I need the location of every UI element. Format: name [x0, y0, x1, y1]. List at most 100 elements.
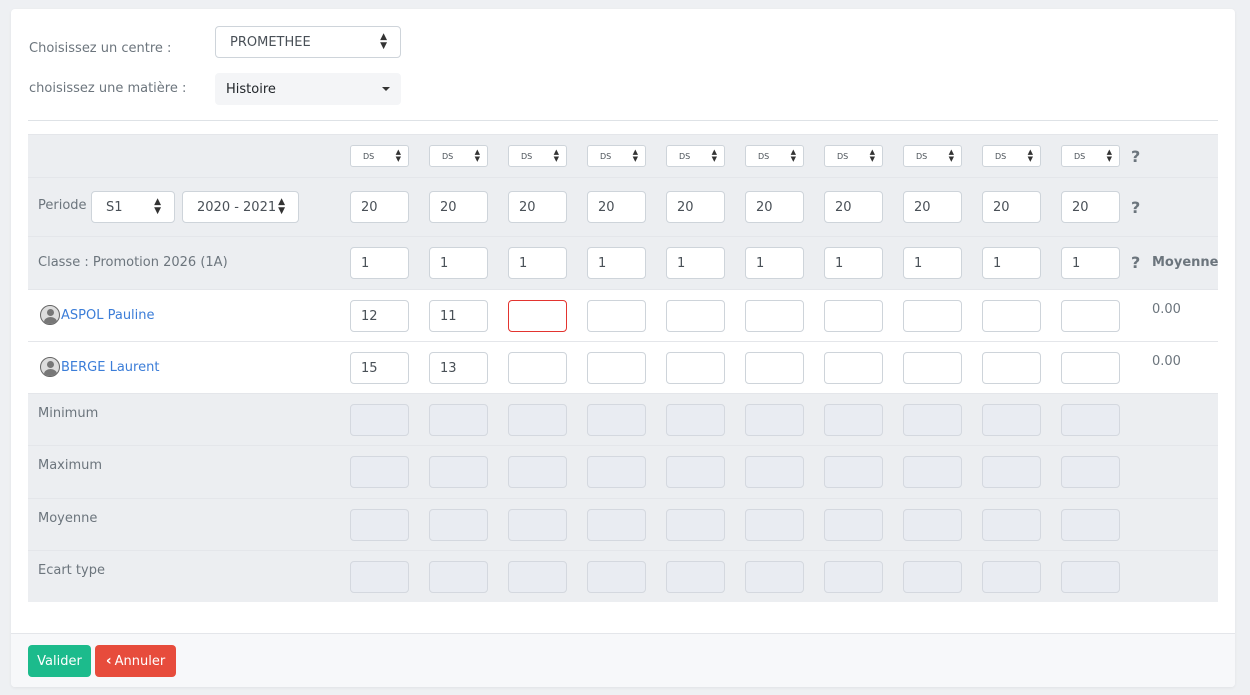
sort-arrows-icon: ▲ ▼	[395, 148, 401, 163]
coefficient-input[interactable]: 1	[587, 247, 646, 279]
max-note-input[interactable]: 20	[666, 191, 725, 223]
question-icon[interactable]: ?	[1131, 253, 1140, 272]
exam-type-select[interactable]: DS ▲ ▼	[745, 145, 804, 167]
moyenne-cell	[745, 509, 804, 541]
grade-input[interactable]	[745, 352, 804, 384]
annuler-button[interactable]: ‹ Annuler	[95, 645, 176, 677]
max-note-input[interactable]: 20	[1061, 191, 1120, 223]
grade-input[interactable]	[903, 300, 962, 332]
ecart-type-cell	[982, 561, 1041, 593]
grade-input[interactable]: 12	[350, 300, 409, 332]
grade-input[interactable]: 13	[429, 352, 488, 384]
max-note-input[interactable]: 20	[587, 191, 646, 223]
coefficient-input[interactable]: 1	[666, 247, 725, 279]
grade-input[interactable]	[508, 300, 567, 332]
row-maximum: Maximum	[28, 445, 1218, 498]
grade-input[interactable]	[666, 352, 725, 384]
minimum-cell	[1061, 404, 1120, 436]
minimum-cell	[982, 404, 1041, 436]
grade-input[interactable]	[824, 352, 883, 384]
exam-type-value: DS	[1074, 151, 1086, 161]
moyenne-cell	[508, 509, 567, 541]
row-minimum: Minimum	[28, 393, 1218, 445]
student-name: ASPOL Pauline	[61, 307, 155, 323]
exam-type-select[interactable]: DS ▲ ▼	[982, 145, 1041, 167]
periode-select[interactable]: S1 ▲ ▼	[91, 191, 175, 223]
exam-type-value: DS	[758, 151, 770, 161]
grade-input[interactable]: 15	[350, 352, 409, 384]
sort-arrows-icon: ▲ ▼	[1027, 148, 1033, 163]
coefficient-input[interactable]: 1	[508, 247, 567, 279]
coefficient-input[interactable]: 1	[903, 247, 962, 279]
grade-input[interactable]	[508, 352, 567, 384]
grade-input[interactable]	[666, 300, 725, 332]
grade-input[interactable]	[903, 352, 962, 384]
moyenne-cell	[903, 509, 962, 541]
matiere-select[interactable]: Histoire	[215, 73, 401, 105]
moyenne-cell	[587, 509, 646, 541]
user-avatar-icon	[40, 357, 60, 377]
maximum-cell	[666, 456, 725, 488]
max-note-input[interactable]: 20	[429, 191, 488, 223]
student-link[interactable]: ASPOL Pauline	[40, 305, 155, 325]
exam-type-select[interactable]: DS ▲ ▼	[666, 145, 725, 167]
grade-input[interactable]	[824, 300, 883, 332]
exam-type-value: DS	[600, 151, 612, 161]
maximum-cell	[350, 456, 409, 488]
coefficient-input[interactable]: 1	[350, 247, 409, 279]
exam-type-select[interactable]: DS ▲ ▼	[508, 145, 567, 167]
student-average: 0.00	[1152, 354, 1181, 369]
grade-input[interactable]	[587, 300, 646, 332]
max-note-input[interactable]: 20	[824, 191, 883, 223]
moyenne-cell	[982, 509, 1041, 541]
grade-input[interactable]	[982, 300, 1041, 332]
sort-arrows-icon: ▲ ▼	[278, 197, 285, 216]
coefficient-input[interactable]: 1	[982, 247, 1041, 279]
sort-arrows-icon: ▲ ▼	[474, 148, 480, 163]
student-row: BERGE Laurent 0.00 15 13	[28, 341, 1218, 393]
moyenne-cell	[1061, 509, 1120, 541]
exam-type-select[interactable]: DS ▲ ▼	[350, 145, 409, 167]
form-footer: Valider ‹ Annuler	[11, 633, 1235, 687]
sort-arrows-icon: ▲ ▼	[632, 148, 638, 163]
exam-type-select[interactable]: DS ▲ ▼	[824, 145, 883, 167]
sort-arrows-icon: ▲ ▼	[1106, 148, 1112, 163]
minimum-cell	[666, 404, 725, 436]
student-average: 0.00	[1152, 302, 1181, 317]
student-link[interactable]: BERGE Laurent	[40, 357, 159, 377]
question-icon[interactable]: ?	[1131, 147, 1140, 166]
grade-input[interactable]	[587, 352, 646, 384]
moyenne-cell	[350, 509, 409, 541]
max-note-input[interactable]: 20	[745, 191, 804, 223]
moyenne-cell	[429, 509, 488, 541]
grade-input[interactable]	[745, 300, 804, 332]
exam-type-select[interactable]: DS ▲ ▼	[903, 145, 962, 167]
sort-arrows-icon: ▲ ▼	[948, 148, 954, 163]
question-icon[interactable]: ?	[1131, 198, 1140, 217]
coefficient-input[interactable]: 1	[745, 247, 804, 279]
annee-select-value: 2020 - 2021	[197, 199, 277, 215]
exam-type-select[interactable]: DS ▲ ▼	[587, 145, 646, 167]
moyenne-cell	[666, 509, 725, 541]
coefficient-input[interactable]: 1	[824, 247, 883, 279]
grade-input[interactable]	[1061, 300, 1120, 332]
exam-type-select[interactable]: DS ▲ ▼	[429, 145, 488, 167]
sort-arrows-icon: ▲ ▼	[869, 148, 875, 163]
grade-input[interactable]	[982, 352, 1041, 384]
max-note-input[interactable]: 20	[350, 191, 409, 223]
valider-button[interactable]: Valider	[28, 645, 91, 677]
grade-input[interactable]	[1061, 352, 1120, 384]
exam-type-select[interactable]: DS ▲ ▼	[1061, 145, 1120, 167]
centre-select[interactable]: PROMETHEE ▲ ▼	[215, 26, 401, 58]
annee-select[interactable]: 2020 - 2021 ▲ ▼	[182, 191, 299, 223]
maximum-cell	[587, 456, 646, 488]
coefficient-input[interactable]: 1	[429, 247, 488, 279]
student-name: BERGE Laurent	[61, 359, 160, 375]
max-note-input[interactable]: 20	[508, 191, 567, 223]
annuler-label: Annuler	[114, 653, 166, 669]
max-note-input[interactable]: 20	[982, 191, 1041, 223]
exam-type-value: DS	[521, 151, 533, 161]
coefficient-input[interactable]: 1	[1061, 247, 1120, 279]
max-note-input[interactable]: 20	[903, 191, 962, 223]
grade-input[interactable]: 11	[429, 300, 488, 332]
